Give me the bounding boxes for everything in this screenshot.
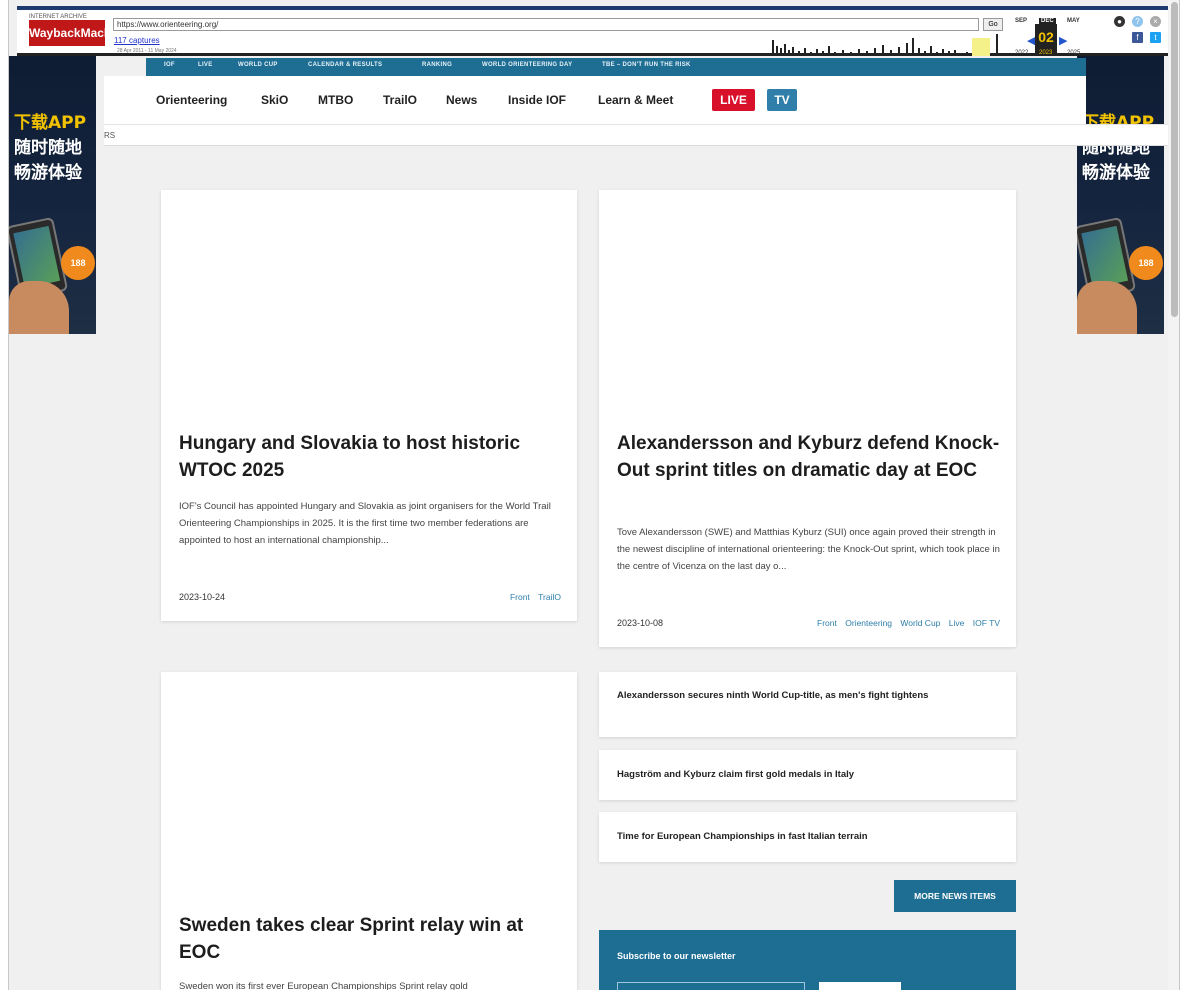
- right-ad-banner[interactable]: 下载APP 随时随地 畅游体验 188: [1077, 56, 1164, 334]
- news-card[interactable]: Hungary and Slovakia to host historic WT…: [161, 190, 577, 621]
- news-list-item[interactable]: Hagström and Kyburz claim first gold med…: [599, 750, 1016, 800]
- nav-item-orienteering[interactable]: Orienteering: [156, 93, 227, 107]
- nav-item-mtbo[interactable]: MTBO: [318, 93, 353, 107]
- wayback-go-button[interactable]: Go: [983, 18, 1003, 31]
- tv-button[interactable]: TV: [767, 89, 797, 111]
- topbar-link-wod[interactable]: WORLD ORIENTEERING DAY: [482, 62, 572, 68]
- news-card[interactable]: Alexandersson and Kyburz defend Knock-Ou…: [599, 190, 1016, 647]
- tag-link[interactable]: TrailO: [538, 592, 561, 602]
- news-card-date: 2023-10-24: [179, 592, 226, 602]
- twitter-icon[interactable]: t: [1150, 32, 1161, 43]
- news-list-item-title[interactable]: Alexandersson secures ninth World Cup-ti…: [617, 688, 977, 704]
- news-card-title[interactable]: Alexandersson and Kyburz defend Knock-Ou…: [617, 430, 1007, 484]
- news-card-excerpt: IOF's Council has appointed Hungary and …: [179, 501, 551, 546]
- wayback-current-year: 2023: [1039, 50, 1053, 56]
- live-button[interactable]: LIVE: [712, 89, 755, 111]
- tag-link[interactable]: Orienteering: [845, 618, 892, 628]
- tag-link[interactable]: Front: [510, 592, 530, 602]
- right-ad-text: 下载APP 随时随地 畅游体验: [1082, 111, 1154, 186]
- wayback-top-bar: [17, 6, 1174, 10]
- user-icon[interactable]: ●: [1114, 16, 1125, 27]
- left-ad-badge: 188: [61, 246, 95, 280]
- news-card-date: 2023-10-08: [617, 618, 664, 628]
- newsletter-email-input[interactable]: [617, 982, 805, 990]
- sub-nav-text: RS: [104, 131, 116, 140]
- news-list-item[interactable]: Time for European Championships in fast …: [599, 812, 1016, 862]
- nav-item-inside-iof[interactable]: Inside IOF: [508, 93, 566, 107]
- nav-item-skio[interactable]: SkiO: [261, 93, 288, 107]
- news-card-tags: Front Orienteering World Cup Live IOF TV: [811, 618, 1000, 628]
- main-nav: Orienteering SkiO MTBO TrailO News Insid…: [104, 76, 1086, 124]
- news-list-item-title[interactable]: Time for European Championships in fast …: [617, 829, 977, 845]
- news-card-title[interactable]: Hungary and Slovakia to host historic WT…: [179, 430, 559, 484]
- topbar-link-calendar[interactable]: CALENDAR & RESULTS: [308, 62, 382, 68]
- news-card-tags: Front TrailO: [504, 592, 561, 602]
- right-ad-line3: 畅游体验: [1082, 163, 1150, 183]
- right-ad-badge: 188: [1129, 246, 1163, 280]
- sub-nav-bar: RS: [104, 124, 1179, 146]
- wayback-next-arrow-icon[interactable]: ▶: [1059, 34, 1067, 47]
- news-list-item-title[interactable]: Hagström and Kyburz claim first gold med…: [617, 767, 977, 783]
- news-card-title[interactable]: Sweden takes clear Sprint relay win at E…: [179, 912, 564, 966]
- topbar-link-world-cup[interactable]: WORLD CUP: [238, 62, 278, 68]
- topbar-link-iof[interactable]: IOF: [164, 62, 175, 68]
- tag-link[interactable]: Live: [949, 618, 965, 628]
- tag-link[interactable]: IOF TV: [973, 618, 1000, 628]
- left-ad-line2: 随时随地: [14, 138, 82, 158]
- topbar-link-live[interactable]: LIVE: [198, 62, 213, 68]
- wayback-logo[interactable]: WaybackMachine: [29, 20, 129, 46]
- wayback-captures-link[interactable]: 117 captures: [114, 36, 160, 45]
- topbar-link-tbe[interactable]: TBE – DON'T RUN THE RISK: [602, 62, 691, 68]
- nav-item-news[interactable]: News: [446, 93, 477, 107]
- wayback-sparkline[interactable]: [472, 32, 1012, 56]
- left-ad-banner[interactable]: 下载APP 随时随地 畅游体验 188: [9, 56, 96, 334]
- facebook-icon[interactable]: f: [1132, 32, 1143, 43]
- left-ad-line1: 下载APP: [14, 113, 87, 133]
- left-ad-text: 下载APP 随时随地 畅游体验: [14, 111, 86, 186]
- newsletter-box: Subscribe to our newsletter: [599, 930, 1016, 990]
- wayback-icons: ● ? × f t: [1110, 14, 1170, 50]
- news-card-excerpt: Sweden won its first ever European Champ…: [179, 981, 468, 990]
- wayback-capture-range: 28 Apr 2011 - 11 May 2024: [117, 48, 177, 54]
- wayback-url-input[interactable]: https://www.orienteering.org/: [113, 18, 979, 31]
- newsletter-title: Subscribe to our newsletter: [617, 951, 736, 961]
- right-ad-hand-image: [1077, 281, 1137, 334]
- scrollbar-thumb[interactable]: [1171, 2, 1178, 317]
- more-news-button[interactable]: MORE NEWS ITEMS: [894, 880, 1016, 912]
- tag-link[interactable]: Front: [817, 618, 837, 628]
- newsletter-subscribe-button[interactable]: [819, 982, 901, 990]
- wayback-next-month[interactable]: MAY: [1067, 18, 1080, 24]
- news-card-excerpt: Tove Alexandersson (SWE) and Matthias Ky…: [617, 527, 1000, 572]
- news-card[interactable]: Sweden takes clear Sprint relay win at E…: [161, 672, 577, 990]
- nav-item-traio[interactable]: TrailO: [383, 93, 417, 107]
- wayback-prev-year[interactable]: 2022: [1015, 50, 1028, 56]
- help-icon[interactable]: ?: [1132, 16, 1143, 27]
- close-icon[interactable]: ×: [1150, 16, 1161, 27]
- nav-item-learn-meet[interactable]: Learn & Meet: [598, 93, 673, 107]
- left-ad-hand-image: [9, 281, 69, 334]
- browser-frame: INTERNET ARCHIVE WaybackMachine https://…: [8, 0, 1180, 990]
- wayback-calendar: SEP DEC MAY ◀ 02 ▶ 2022 2023 2025: [1015, 12, 1091, 56]
- left-ad-line3: 畅游体验: [14, 163, 82, 183]
- wayback-toolbar: INTERNET ARCHIVE WaybackMachine https://…: [17, 6, 1174, 56]
- top-link-bar: IOF LIVE WORLD CUP CALENDAR & RESULTS RA…: [146, 58, 1086, 76]
- topbar-link-ranking[interactable]: RANKING: [422, 62, 452, 68]
- news-list-item[interactable]: Alexandersson secures ninth World Cup-ti…: [599, 672, 1016, 737]
- tag-link[interactable]: World Cup: [900, 618, 940, 628]
- page-scrollbar[interactable]: [1168, 0, 1179, 990]
- wayback-prev-month[interactable]: SEP: [1015, 18, 1027, 24]
